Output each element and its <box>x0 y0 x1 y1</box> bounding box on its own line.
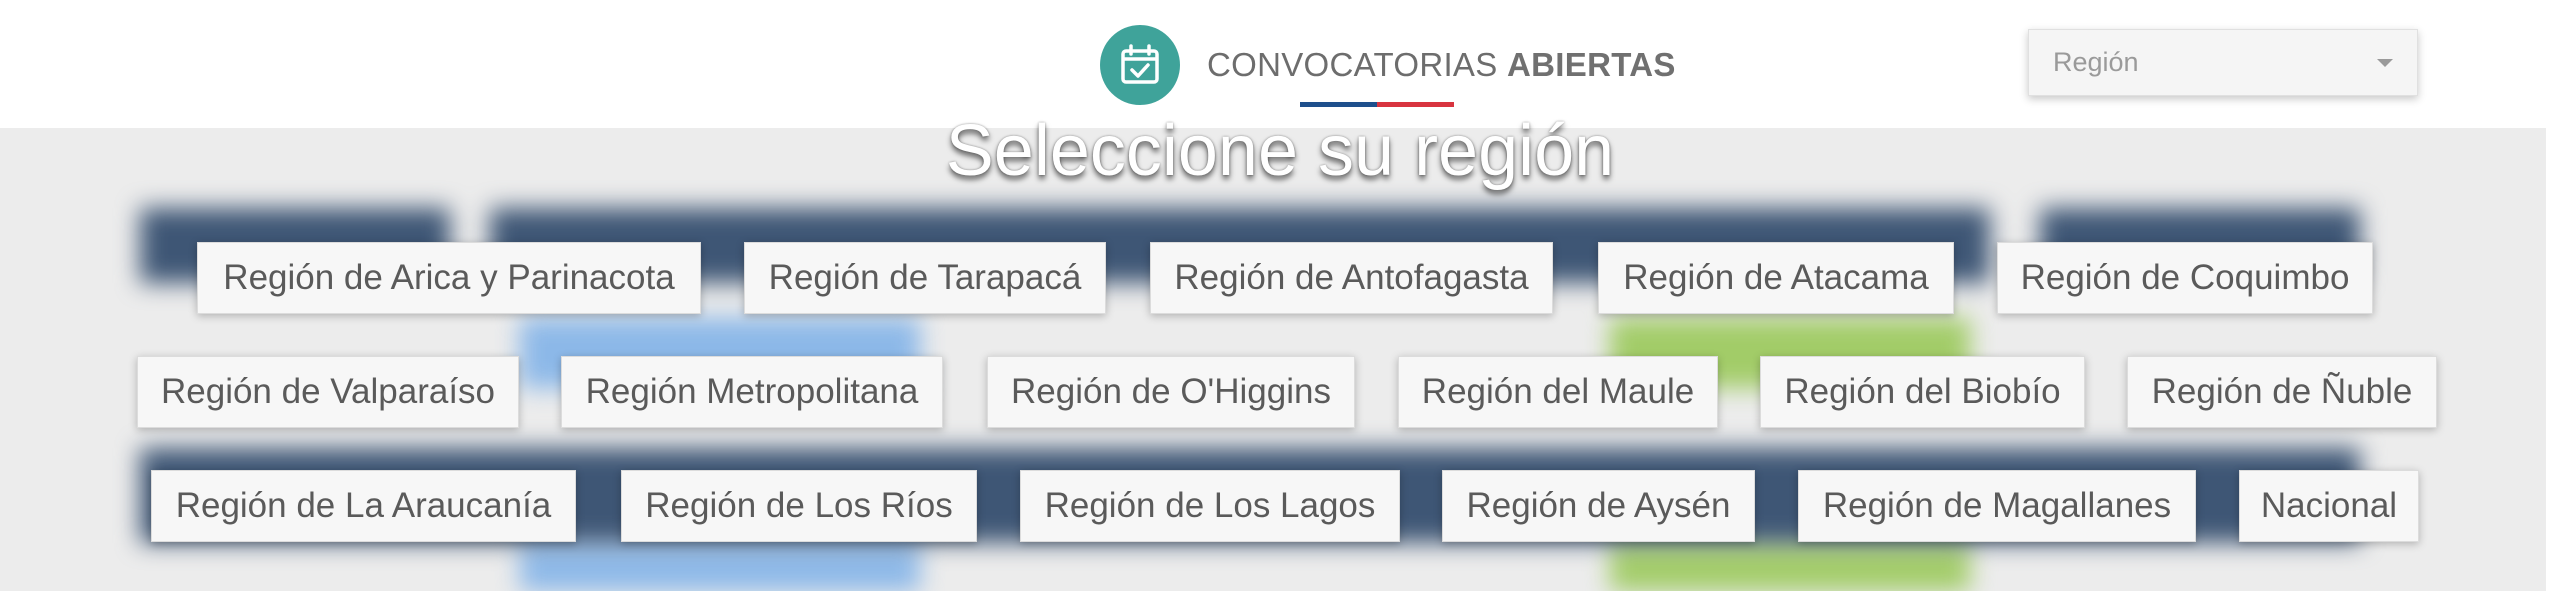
region-button-los-rios[interactable]: Región de Los Ríos <box>621 470 977 542</box>
region-select[interactable]: Región <box>2028 29 2418 96</box>
region-button-tarapaca[interactable]: Región de Tarapacá <box>744 242 1106 314</box>
region-button-coquimbo[interactable]: Región de Coquimbo <box>1997 242 2373 314</box>
flag-underline-red <box>1377 102 1454 107</box>
region-button-valparaiso[interactable]: Región de Valparaíso <box>137 356 519 428</box>
region-button-maule[interactable]: Región del Maule <box>1398 356 1718 428</box>
modal-title: Seleccione su región <box>945 111 1615 191</box>
region-button-antofagasta[interactable]: Región de Antofagasta <box>1150 242 1553 314</box>
region-button-arica-parinacota[interactable]: Región de Arica y Parinacota <box>197 242 701 314</box>
chevron-down-icon <box>2377 58 2393 67</box>
flag-underline-blue <box>1300 102 1377 107</box>
region-button-ohiggins[interactable]: Región de O'Higgins <box>987 356 1355 428</box>
region-button-nacional[interactable]: Nacional <box>2239 470 2419 542</box>
region-button-metropolitana[interactable]: Región Metropolitana <box>561 356 943 428</box>
region-button-nuble[interactable]: Región de Ñuble <box>2127 356 2437 428</box>
region-button-atacama[interactable]: Región de Atacama <box>1598 242 1954 314</box>
region-button-araucania[interactable]: Región de La Araucanía <box>151 470 576 542</box>
brand-title-regular: CONVOCATORIAS <box>1207 46 1508 83</box>
region-select-value: Región <box>2053 47 2139 77</box>
region-button-aysen[interactable]: Región de Aysén <box>1442 470 1755 542</box>
page-scrollbar[interactable] <box>2546 128 2560 591</box>
top-header: CONVOCATORIAS ABIERTAS Región <box>0 0 2560 128</box>
region-button-magallanes[interactable]: Región de Magallanes <box>1798 470 2196 542</box>
brand-title: CONVOCATORIAS ABIERTAS <box>1207 46 1676 84</box>
region-button-los-lagos[interactable]: Región de Los Lagos <box>1020 470 1400 542</box>
flag-underline <box>1300 102 1454 107</box>
brand-title-bold: ABIERTAS <box>1507 46 1676 83</box>
calendar-check-icon <box>1100 25 1180 105</box>
region-button-biobio[interactable]: Región del Biobío <box>1760 356 2085 428</box>
